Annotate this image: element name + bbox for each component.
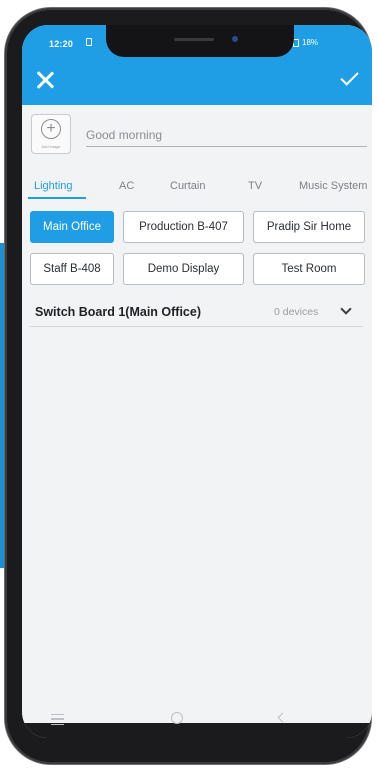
- check-icon[interactable]: [338, 68, 362, 90]
- system-nav-bar: [22, 723, 372, 738]
- switch-board-row[interactable]: Switch Board 1(Main Office) 0 devices: [32, 299, 362, 324]
- recent-apps-icon[interactable]: [51, 714, 64, 725]
- close-icon[interactable]: [34, 69, 56, 91]
- switch-board-name: Switch Board 1(Main Office): [35, 305, 201, 319]
- home-icon[interactable]: [171, 712, 183, 724]
- room-staff-b-408[interactable]: Staff B-408: [30, 253, 114, 285]
- room-pradip-sir-home[interactable]: Pradip Sir Home: [253, 211, 365, 243]
- app-screen: 12:20 18% + Add image Lighting AC Curtai…: [22, 25, 372, 738]
- camera-notch: [106, 25, 294, 57]
- room-main-office[interactable]: Main Office: [30, 211, 114, 243]
- tab-ac[interactable]: AC: [119, 180, 134, 192]
- device-count: 0 devices: [274, 306, 319, 318]
- scene-name-input[interactable]: [86, 126, 367, 147]
- category-tabs: Lighting AC Curtain TV Music System: [22, 173, 372, 199]
- speaker-grille: [174, 38, 214, 41]
- add-image-button[interactable]: + Add image: [31, 114, 71, 154]
- room-test-room[interactable]: Test Room: [253, 253, 365, 285]
- add-image-caption: Add image: [41, 144, 61, 149]
- room-production-b-407[interactable]: Production B-407: [123, 211, 244, 243]
- front-camera: [232, 36, 238, 42]
- sim-icon: [86, 38, 92, 46]
- tab-curtain[interactable]: Curtain: [170, 180, 205, 192]
- room-demo-display[interactable]: Demo Display: [123, 253, 244, 285]
- tab-music-system[interactable]: Music System: [299, 180, 367, 192]
- divider: [30, 326, 363, 327]
- tab-tv[interactable]: TV: [248, 180, 262, 192]
- status-time: 12:20: [49, 39, 74, 49]
- phone-frame: 12:20 18% + Add image Lighting AC Curtai…: [5, 8, 372, 764]
- tab-lighting[interactable]: Lighting: [34, 180, 73, 192]
- active-tab-indicator: [28, 197, 86, 199]
- chevron-down-icon[interactable]: [340, 303, 352, 315]
- battery-level: 18%: [302, 38, 319, 47]
- plus-icon: +: [41, 119, 61, 139]
